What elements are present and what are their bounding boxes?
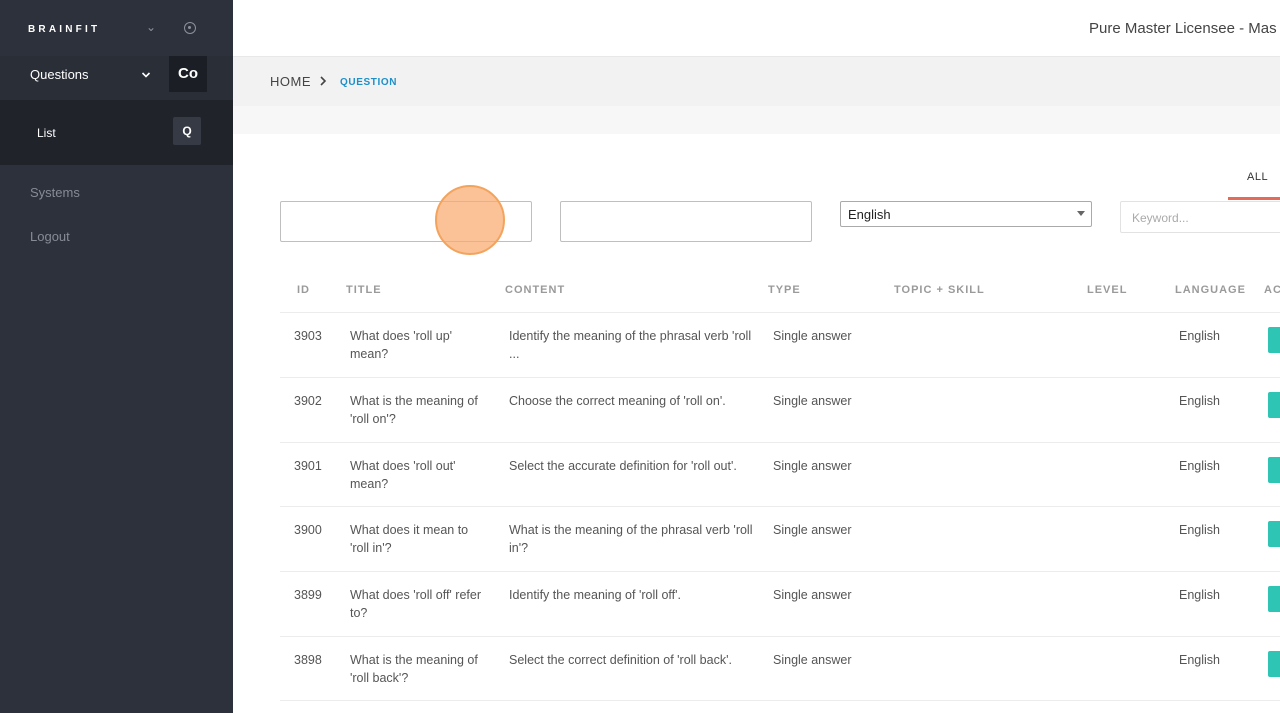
table-row[interactable]: 3898 What is the meaning of 'roll back'?… (280, 636, 1280, 701)
table-row[interactable]: 3902 What is the meaning of 'roll on'? C… (280, 377, 1280, 442)
keyword-search-input[interactable]: Keyword... (1120, 201, 1280, 233)
cursor-highlight (435, 185, 505, 255)
sidebar-item-questions[interactable]: Questions Co (0, 56, 233, 100)
cell-type: Single answer (773, 329, 852, 343)
edit-button[interactable] (1268, 327, 1280, 353)
cell-id: 3902 (294, 394, 322, 408)
sidebar-item-systems[interactable]: Systems (30, 185, 80, 200)
brand-logo[interactable]: BRAINFIT (28, 24, 100, 35)
cell-type: Single answer (773, 523, 852, 537)
column-header-actions[interactable]: AC (1264, 284, 1280, 296)
breadcrumb: HOME QUESTION (233, 56, 1280, 106)
content-strip (233, 106, 1280, 134)
settings-icon[interactable] (184, 22, 196, 34)
top-header: Pure Master Licensee - Mas (233, 0, 1280, 56)
licensee-name[interactable]: Pure Master Licensee - Mas (1089, 20, 1277, 37)
sidebar-subitem-label: List (37, 126, 56, 140)
column-header-topic-skill[interactable]: TOPIC + SKILL (894, 284, 985, 296)
sidebar: BRAINFIT ⌄ Questions Co List Q Systems L… (0, 0, 233, 713)
edit-button[interactable] (1268, 586, 1280, 612)
filter-input-2[interactable] (560, 201, 812, 242)
cell-title: What does 'roll off' refer to? (350, 588, 481, 620)
cell-language: English (1179, 459, 1220, 473)
chevron-right-icon (320, 76, 327, 86)
sidebar-item-label: Questions (30, 67, 89, 82)
cell-title: What does 'roll out' mean? (350, 459, 456, 491)
cell-content: Choose the correct meaning of 'roll on'. (509, 394, 726, 408)
cell-type: Single answer (773, 459, 852, 473)
column-header-language[interactable]: LANGUAGE (1175, 284, 1246, 296)
cell-id: 3901 (294, 459, 322, 473)
cell-language: English (1179, 653, 1220, 667)
sidebar-subitem-list[interactable]: List Q (0, 100, 233, 165)
cell-content: Identify the meaning of the phrasal verb… (509, 329, 752, 361)
cell-content: What is the meaning of the phrasal verb … (509, 523, 753, 555)
language-select-value: English (848, 207, 891, 222)
tab-all[interactable]: ALL (1228, 170, 1280, 200)
cell-content: Select the correct definition of 'roll b… (509, 653, 732, 667)
edit-button[interactable] (1268, 651, 1280, 677)
table-row[interactable]: 3901 What does 'roll out' mean? Select t… (280, 442, 1280, 507)
breadcrumb-current: QUESTION (340, 77, 398, 88)
cell-language: English (1179, 329, 1220, 343)
dropdown-arrow-icon (1077, 211, 1085, 216)
column-header-id[interactable]: ID (297, 284, 310, 296)
edit-button[interactable] (1268, 521, 1280, 547)
edit-button[interactable] (1268, 392, 1280, 418)
chevron-down-icon[interactable] (141, 70, 151, 80)
language-select[interactable]: English (840, 201, 1092, 227)
cell-language: English (1179, 394, 1220, 408)
sidebar-group-badge[interactable]: Co (169, 56, 207, 92)
cell-id: 3898 (294, 653, 322, 667)
table-row-divider (280, 700, 1280, 713)
cell-title: What does it mean to 'roll in'? (350, 523, 469, 555)
cell-id: 3899 (294, 588, 322, 602)
chevron-down-icon[interactable]: ⌄ (146, 20, 156, 34)
sidebar-subitem-badge[interactable]: Q (173, 117, 201, 145)
cell-content: Select the accurate definition for 'roll… (509, 459, 737, 473)
edit-button[interactable] (1268, 457, 1280, 483)
cell-type: Single answer (773, 588, 852, 602)
column-header-content[interactable]: CONTENT (505, 284, 565, 296)
cell-type: Single answer (773, 653, 852, 667)
cell-language: English (1179, 523, 1220, 537)
table-row[interactable]: 3900 What does it mean to 'roll in'? Wha… (280, 506, 1280, 571)
cell-content: Identify the meaning of 'roll off'. (509, 588, 682, 602)
cell-id: 3903 (294, 329, 322, 343)
cell-title: What is the meaning of 'roll on'? (350, 394, 478, 426)
cell-type: Single answer (773, 394, 852, 408)
cell-title: What does 'roll up' mean? (350, 329, 453, 361)
cell-language: English (1179, 588, 1220, 602)
column-header-type[interactable]: TYPE (768, 284, 801, 296)
cell-id: 3900 (294, 523, 322, 537)
brand-row: BRAINFIT ⌄ (0, 0, 233, 56)
table-row[interactable]: 3899 What does 'roll off' refer to? Iden… (280, 571, 1280, 636)
column-header-level[interactable]: LEVEL (1087, 284, 1127, 296)
cell-title: What is the meaning of 'roll back'? (350, 653, 478, 685)
column-header-title[interactable]: TITLE (346, 284, 382, 296)
sidebar-item-logout[interactable]: Logout (30, 229, 70, 244)
table-row[interactable]: 3903 What does 'roll up' mean? Identify … (280, 312, 1280, 377)
breadcrumb-home[interactable]: HOME (270, 74, 311, 89)
